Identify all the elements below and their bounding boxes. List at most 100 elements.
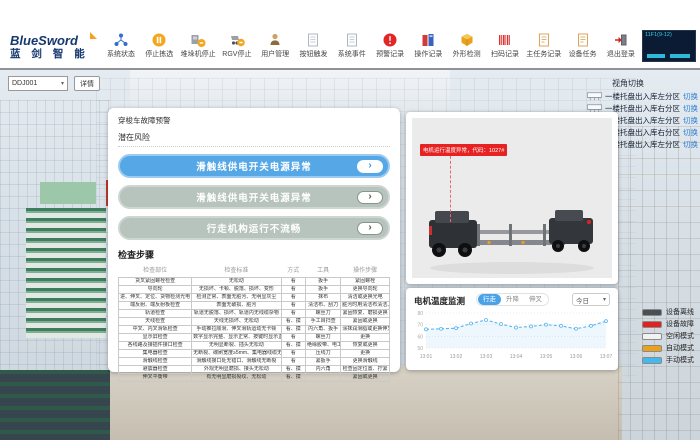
fault-panel-title: 穿梭车故障预警 <box>118 115 390 126</box>
toolbar-item-label: 主任务记录 <box>526 49 561 59</box>
toolbar-item-13[interactable]: 设备任务 <box>566 31 600 59</box>
app-window: BlueSword 蓝 剑 智 能 系统状态停止拣选堆垛机停止RGV停止用户管理… <box>0 0 700 440</box>
table-cell: 轨道无脱落、损坏、轨道内无线缆杂物 <box>192 310 281 318</box>
toolbar-item-14[interactable]: 退出登录 <box>604 31 638 59</box>
toolbar-item-label: 退出登录 <box>607 49 635 59</box>
mini-map-thumbnail[interactable]: 11F1(9-12) <box>642 30 696 62</box>
doc-icon <box>305 31 321 48</box>
legend-item-5: 手动模式 <box>642 354 694 366</box>
table-row: 中叉、内叉滑轨检查手动推拉顺滑、伸叉滑轨运动无卡顿看、摸内六角、扳手涂抹润滑脂或… <box>119 326 390 334</box>
table-cell: 滑触线检查 <box>119 358 192 366</box>
legend-label: 自动模式 <box>666 343 694 353</box>
shuttle-image: 电机运行温度异常，代码：1027# <box>412 118 612 278</box>
legend-label: 空闲模式 <box>666 331 694 341</box>
table-cell: 天线检查 <box>119 318 192 326</box>
toolbar-item-1[interactable]: 系统状态 <box>104 31 138 59</box>
table-cell: 看 <box>281 286 305 294</box>
risk-label: 滑触线供电开关电源异常 <box>196 159 312 173</box>
table-cell: 扳手 <box>305 286 340 294</box>
table-cell: 集电器检查 <box>119 350 192 358</box>
table-cell: 货叉紧固螺栓检查 <box>119 278 192 286</box>
table-cell: 螺丝刀 <box>305 334 340 342</box>
view-switch-action[interactable]: 切换 <box>683 115 698 126</box>
table-cell: 压线刀 <box>305 350 340 358</box>
logout-icon <box>613 31 629 48</box>
toolbar-item-9[interactable]: 操作记录 <box>411 31 445 59</box>
toolbar-item-label: 设备任务 <box>569 49 597 59</box>
toolbar-item-3[interactable]: 堆垛机停止 <box>181 31 216 59</box>
toolbar-item-label: 系统状态 <box>107 49 135 59</box>
mini-map-bar <box>647 54 665 58</box>
risk-label: 行走机构运行不流畅 <box>207 221 302 235</box>
risk-label: 滑触线供电开关电源异常 <box>196 190 312 204</box>
toolbar-item-label: 用户管理 <box>261 49 289 59</box>
motor-temperature-panel: 电机温度监测 行走升降伸叉 今日 ▾ 8070605013:0113:0213:… <box>406 288 618 370</box>
view-switch-action[interactable]: 切换 <box>683 103 698 114</box>
toolbar-item-11[interactable]: 扫码记录 <box>488 31 522 59</box>
table-cell: 显示屏检查 <box>119 334 192 342</box>
table-cell: 更换 <box>341 350 390 358</box>
table-cell: 各线路及接插件接口检查 <box>119 342 192 350</box>
chevron-right-icon: › <box>357 160 383 173</box>
bg-green-racks <box>26 208 106 338</box>
table-cell: 滑触线接口处无错口、滑触线无断裂 <box>192 358 281 366</box>
legend-item-1: 设备离线 <box>642 306 694 318</box>
legend-item-2: 设备故障 <box>642 318 694 330</box>
top-toolbar: BlueSword 蓝 剑 智 能 系统状态停止拣选堆垛机停止RGV停止用户管理… <box>0 0 700 70</box>
bg-dark-corner <box>0 370 112 440</box>
toolbar-item-4[interactable]: RGV停止 <box>220 31 254 59</box>
detail-button[interactable]: 详情 <box>74 76 100 91</box>
table-cell: 清洁布、刮刀 <box>305 302 340 310</box>
svg-text:13:05: 13:05 <box>540 354 553 360</box>
table-cell: 进、伸叉、定位、货物检测光电 <box>119 294 192 302</box>
toolbar-item-10[interactable]: 外形检测 <box>450 31 484 59</box>
bg-right-wall <box>618 126 700 440</box>
risk-button-list: 滑触线供电开关电源异常›滑触线供电开关电源异常›行走机构运行不流畅› <box>118 154 390 240</box>
alert-icon <box>382 31 398 48</box>
toolbar-item-6[interactable]: 按钮触发 <box>296 31 330 59</box>
svg-text:80: 80 <box>417 311 423 317</box>
svg-text:50: 50 <box>417 346 423 352</box>
table-cell: 无断裂、碳刷宽度≥5mm、集电器线缆无破损 <box>192 350 281 358</box>
table-cell: 紧固或更换 <box>341 374 390 382</box>
steps-column-header: 检查标准 <box>192 263 281 278</box>
table-cell: 手动推拉顺滑、伸叉滑轨运动无卡顿 <box>192 326 281 334</box>
risk-button-2[interactable]: 滑触线供电开关电源异常› <box>118 185 390 209</box>
table-cell: 看、摸 <box>281 366 305 374</box>
toolbar-item-2[interactable]: 停止拣选 <box>142 31 176 59</box>
brand-logo: BlueSword 蓝 剑 智 能 <box>10 34 89 61</box>
view-switch-action[interactable]: 切换 <box>683 127 698 138</box>
toolbar-item-label: 预警记录 <box>376 49 404 59</box>
date-range-select[interactable]: 今日 ▾ <box>572 293 610 306</box>
legend-swatch <box>642 333 662 340</box>
chart-tab-2[interactable]: 升降 <box>501 294 524 305</box>
view-switch-action[interactable]: 切换 <box>683 139 698 150</box>
table-cell: 检查固定位置、拧紧 <box>341 366 390 374</box>
risk-button-3[interactable]: 行走机构运行不流畅› <box>118 216 390 240</box>
toolbar-item-12[interactable]: 主任务记录 <box>526 31 561 59</box>
table-cell: 表面无破损、脏污 <box>192 302 281 310</box>
table-cell: 避震器检查 <box>119 366 192 374</box>
toolbar-item-8[interactable]: 预警记录 <box>373 31 407 59</box>
svg-text:60: 60 <box>417 334 423 340</box>
table-cell: 脏污时用清洁布清洁、破损更换 <box>341 302 390 310</box>
view-switch-action[interactable]: 切换 <box>683 91 698 102</box>
chart-tabs: 行走升降伸叉 <box>476 293 549 306</box>
table-cell: 检测正常、表面无脏污、无明显灰尘 <box>192 294 281 302</box>
table-cell: 抹布 <box>305 294 340 302</box>
risk-button-1[interactable]: 滑触线供电开关电源异常 › <box>118 154 390 178</box>
chart-tab-3[interactable]: 伸叉 <box>524 294 547 305</box>
table-cell: 螺丝刀 <box>305 310 340 318</box>
legend-label: 手动模式 <box>666 355 694 365</box>
steps-column-header: 方式 <box>281 263 305 278</box>
table-cell: 看 <box>281 358 305 366</box>
legend-item-4: 自动模式 <box>642 342 694 354</box>
device-select-value: DDJ001 <box>12 80 37 87</box>
legend-swatch <box>642 357 662 364</box>
toolbar-item-label: 操作记录 <box>414 49 442 59</box>
table-cell: 紧固或更换 <box>341 318 390 326</box>
toolbar-item-7[interactable]: 系统事件 <box>335 31 369 59</box>
device-select[interactable]: DDJ001 ▾ <box>8 76 68 91</box>
toolbar-item-5[interactable]: 用户管理 <box>258 31 292 59</box>
chart-tab-1[interactable]: 行走 <box>478 294 501 305</box>
